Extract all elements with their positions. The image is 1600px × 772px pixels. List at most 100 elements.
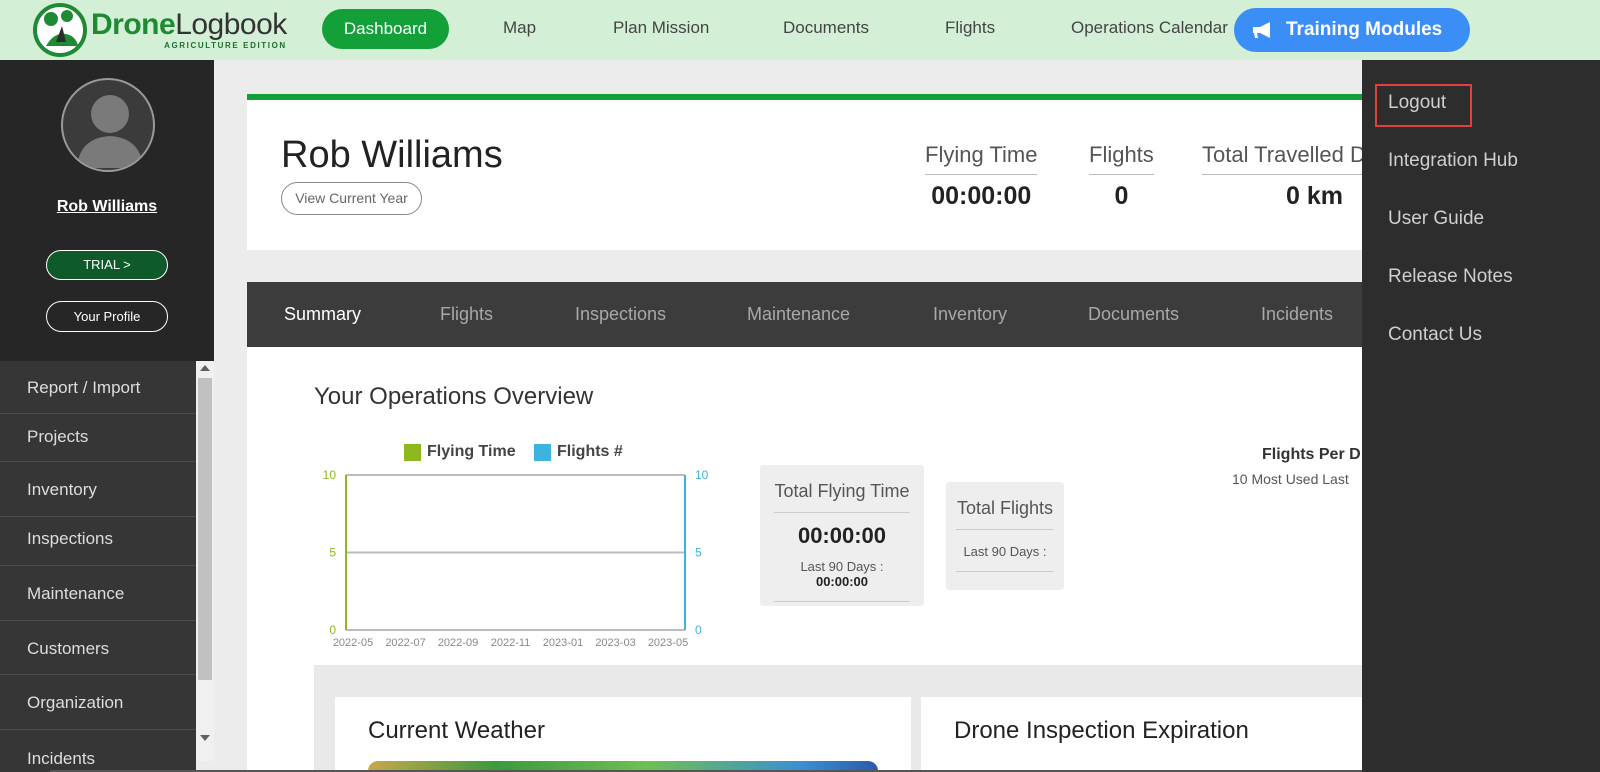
total-flying-time-title: Total Flying Time (774, 481, 910, 513)
sidebar-scrollbar[interactable] (196, 361, 214, 761)
flights-per-day-subtitle: 10 Most Used Last (1232, 471, 1349, 487)
profile-name: Rob Williams (281, 134, 503, 176)
sidebar-item-label: Customers (27, 639, 110, 658)
stat-value: 00:00:00 (931, 182, 1032, 210)
legend-item[interactable]: Flying Time (404, 443, 516, 461)
sidebar-item-report-import[interactable]: Report / Import (0, 361, 196, 414)
sidebar-item-label: Inventory (27, 480, 97, 499)
x-axis-tick-label: 2023-03 (595, 637, 635, 649)
nav-documents[interactable]: Documents (783, 18, 869, 38)
legend-swatch (404, 443, 421, 461)
stat-flights: Flights 0 (1089, 142, 1154, 211)
profile-summary-card: Rob Williams View Current Year Flying Ti… (247, 94, 1367, 250)
nav-map[interactable]: Map (503, 18, 536, 38)
last-90-days-flying-time: Last 90 Days : 00:00:00 (774, 559, 910, 602)
your-profile-button[interactable]: Your Profile (46, 301, 168, 332)
sidebar-item-label: Inspections (27, 529, 113, 548)
stat-flying-time: Flying Time 00:00:00 (925, 142, 1038, 211)
top-nav-bar: DroneLogbook AGRICULTURE EDITION Dashboa… (0, 0, 1600, 60)
left-axis-tick-label: 0 (329, 623, 336, 637)
brand-name-part1: Drone (91, 8, 176, 41)
nav-dashboard[interactable]: Dashboard (322, 9, 449, 49)
right-axis-tick-label: 0 (695, 623, 702, 637)
tab-summary[interactable]: Summary (284, 304, 361, 325)
total-flying-time-value: 00:00:00 (797, 523, 887, 548)
sidebar-item-label: Incidents (27, 749, 96, 768)
x-axis-tick-label: 2022-09 (438, 637, 478, 649)
sidebar-item-label: Maintenance (27, 584, 125, 603)
stat-value: 0 km (1286, 182, 1343, 210)
x-axis-tick-label: 2022-05 (333, 637, 373, 649)
legend-label: Flights # (557, 443, 623, 460)
tab-inventory[interactable]: Inventory (933, 304, 1007, 325)
avatar[interactable] (61, 78, 155, 172)
tab-incidents[interactable]: Incidents (1261, 304, 1333, 325)
megaphone-icon (1253, 22, 1270, 38)
nav-flights[interactable]: Flights (945, 18, 995, 38)
logout-highlight-box (1375, 84, 1472, 127)
sidebar-item-inspections[interactable]: Inspections (0, 517, 196, 566)
current-weather-title: Current Weather (368, 717, 545, 744)
sidebar-item-organization[interactable]: Organization (0, 675, 196, 730)
brand-name-part2: Logbook (175, 8, 287, 41)
last-90-days-value: 00:00:00 (815, 574, 869, 589)
right-axis-tick-label: 5 (695, 546, 702, 560)
view-current-year-button[interactable]: View Current Year (281, 182, 422, 215)
sidebar-item-label: Organization (27, 693, 124, 712)
x-axis-tick-label: 2022-11 (491, 637, 531, 649)
left-axis-tick-label: 5 (329, 546, 336, 560)
sidebar-item-label: Projects (27, 427, 89, 446)
scroll-up-icon[interactable] (200, 365, 210, 371)
last-90-days-flights: Last 90 Days : (956, 544, 1054, 572)
stat-total-distance: Total Travelled D 0 km (1202, 142, 1367, 211)
legend-swatch (534, 443, 551, 461)
tab-flights[interactable]: Flights (440, 304, 493, 325)
tab-maintenance[interactable]: Maintenance (747, 304, 850, 325)
brand-edition: AGRICULTURE EDITION (164, 41, 287, 50)
total-flights-title: Total Flights (956, 498, 1054, 530)
sidebar-item-maintenance[interactable]: Maintenance (0, 566, 196, 621)
left-axis-tick-label: 10 (323, 468, 337, 482)
drone-inspection-expiration-card: Drone Inspection Expiration (921, 697, 1367, 772)
legend-label: Flying Time (427, 443, 516, 460)
stat-label: Flying Time (925, 142, 1038, 175)
training-modules-label: Training Modules (1286, 19, 1443, 40)
sidebar-item-incidents[interactable]: Incidents (0, 730, 196, 772)
dropdown-item-contact-us[interactable]: Contact Us (1388, 324, 1482, 346)
stat-value: 0 (1114, 182, 1129, 210)
legend-item[interactable]: Flights # (534, 443, 623, 461)
dropdown-item-release-notes[interactable]: Release Notes (1388, 266, 1513, 288)
nav-plan-mission[interactable]: Plan Mission (613, 18, 709, 38)
sidebar-item-label: Report / Import (27, 378, 141, 397)
dropdown-item-integration-hub[interactable]: Integration Hub (1388, 150, 1518, 172)
drone-logo-icon (32, 2, 88, 58)
sidebar-item-inventory[interactable]: Inventory (0, 462, 196, 517)
operations-overview-title: Your Operations Overview (314, 383, 594, 410)
trial-button[interactable]: TRIAL > (46, 250, 168, 280)
user-dropdown-menu: Logout Integration Hub User Guide Releas… (1362, 60, 1600, 772)
tab-documents[interactable]: Documents (1088, 304, 1179, 325)
nav-operations-calendar[interactable]: Operations Calendar (1071, 18, 1228, 38)
sidebar-item-projects[interactable]: Projects (0, 414, 196, 462)
dropdown-item-user-guide[interactable]: User Guide (1388, 208, 1484, 230)
stat-label: Flights (1089, 142, 1154, 175)
dashboard-tabs: Summary Flights Inspections Maintenance … (247, 282, 1367, 347)
sidebar-user-name[interactable]: Rob Williams (0, 198, 214, 216)
drone-inspection-expiration-title: Drone Inspection Expiration (954, 717, 1249, 744)
sidebar-item-customers[interactable]: Customers (0, 621, 196, 675)
user-silhouette-icon (77, 95, 143, 168)
x-axis-tick-label: 2023-05 (648, 637, 688, 649)
brand-logo[interactable]: DroneLogbook AGRICULTURE EDITION (32, 2, 287, 58)
sidebar-menu: Report / Import Projects Inventory Inspe… (0, 361, 196, 772)
total-flying-time-box: Total Flying Time 00:00:00 Last 90 Days … (760, 465, 924, 606)
operations-chart: 10 105 50 02022-05 2022-07 2022-09 2022-11 2023… (323, 468, 709, 649)
x-axis-tick-label: 2023-01 (543, 637, 583, 649)
training-modules-button[interactable]: Training Modules (1234, 8, 1470, 52)
x-axis-tick-label: 2022-07 (385, 637, 425, 649)
stat-label: Total Travelled D (1202, 142, 1367, 175)
scrollbar-thumb[interactable] (198, 378, 212, 680)
flights-per-day-title: Flights Per D (1262, 446, 1361, 463)
tab-inspections[interactable]: Inspections (575, 304, 666, 325)
last-90-days-label: Last 90 Days : (800, 559, 884, 574)
scroll-down-icon[interactable] (200, 735, 210, 741)
